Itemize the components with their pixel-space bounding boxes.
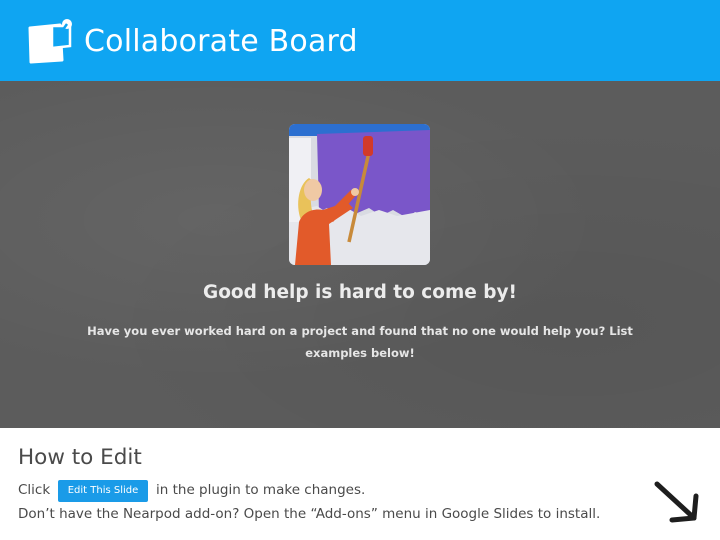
collaborate-board-icon [28,19,72,64]
addon-instruction-text: Don’t have the Nearpod add-on? Open the … [18,506,601,522]
edit-this-slide-button[interactable]: Edit This Slide [58,480,148,502]
how-to-edit-heading: How to Edit [18,445,142,470]
plugin-instruction-text: in the plugin to make changes. [156,482,366,498]
board-question: Have you ever worked hard on a project a… [87,324,633,360]
chalkboard-slide: Good help is hard to come by! Have you e… [0,81,720,428]
app-title: Collaborate Board [84,24,358,59]
arrow-down-right-icon [654,481,699,523]
woman-painting-wall-photo [289,124,430,265]
click-text: Click [18,482,51,498]
app-header: Collaborate Board [0,0,720,81]
board-title: Good help is hard to come by! [203,282,517,303]
